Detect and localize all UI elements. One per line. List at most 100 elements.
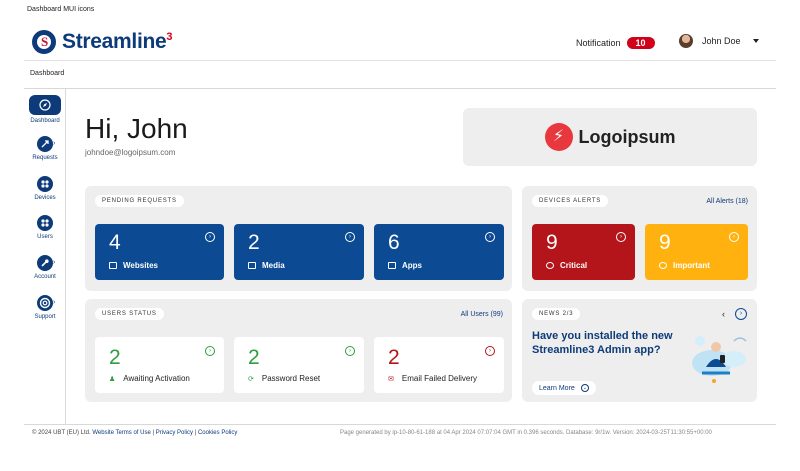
info-circle-icon bbox=[659, 262, 667, 269]
wrench-icon bbox=[37, 255, 53, 271]
privacy-link[interactable]: Privacy Policy bbox=[156, 430, 193, 436]
pending-requests-panel: PENDING REQUESTS 4 › Websites 2 › Media … bbox=[85, 186, 512, 291]
stat-label-row: ✉ Email Failed Delivery bbox=[388, 374, 477, 383]
cookies-link[interactable]: Cookies Policy bbox=[198, 430, 237, 436]
learn-more-label: Learn More bbox=[539, 384, 575, 392]
sidebar-item-label: Requests bbox=[32, 155, 58, 161]
panel-title: DEVICES ALERTS bbox=[532, 195, 609, 207]
notification-count-badge: 10 bbox=[626, 37, 655, 49]
sidebar-item-account[interactable]: › Account bbox=[24, 255, 66, 280]
notification-label: Notification bbox=[576, 38, 621, 48]
document-title: Dashboard MUI icons bbox=[27, 6, 95, 13]
requests-icon bbox=[37, 136, 53, 152]
terms-link[interactable]: Website Terms of Use bbox=[92, 430, 150, 436]
footer-divider bbox=[24, 424, 776, 425]
person-with-phone-illustration bbox=[692, 336, 747, 383]
greeting-title: Hi, John bbox=[85, 113, 188, 144]
key-reset-icon: ⟳ bbox=[248, 375, 254, 383]
sidebar: Dashboard › Requests Devices Users › Acc… bbox=[24, 89, 66, 424]
sidebar-item-label: Support bbox=[34, 314, 56, 320]
sidebar-item-requests[interactable]: › Requests bbox=[24, 136, 66, 161]
panel-title: NEWS 2/3 bbox=[532, 308, 581, 320]
chevron-right-icon: › bbox=[53, 140, 56, 147]
tile-label: Apps bbox=[402, 261, 422, 270]
arrow-right-icon: › bbox=[485, 346, 495, 356]
sidebar-item-devices[interactable]: Devices bbox=[24, 176, 66, 201]
media-tile[interactable]: 2 › Media bbox=[234, 224, 364, 280]
phone-icon bbox=[388, 262, 396, 269]
breadcrumb[interactable]: Dashboard bbox=[30, 70, 64, 77]
devices-alerts-panel: DEVICES ALERTS All Alerts (18) 9 › Criti… bbox=[522, 186, 757, 291]
tile-value: 6 bbox=[388, 231, 400, 254]
copyright: © 2024 UBT (EU) Ltd. bbox=[32, 430, 91, 436]
critical-tile[interactable]: 9 › Critical bbox=[532, 224, 635, 280]
tile-value: 9 bbox=[659, 231, 671, 254]
chevron-left-icon[interactable]: ‹ bbox=[722, 309, 725, 319]
arrow-right-icon: › bbox=[345, 232, 355, 242]
chevron-right-icon: › bbox=[53, 259, 56, 266]
streamline-logo-icon bbox=[32, 30, 56, 54]
stat-value: 2 bbox=[109, 346, 121, 369]
tile-label-row: Apps bbox=[388, 261, 422, 270]
arrow-right-icon: › bbox=[205, 346, 215, 356]
user-email: johndoe@logoipsum.com bbox=[85, 148, 176, 157]
chevron-right-icon[interactable]: › bbox=[735, 308, 747, 320]
company-name: Logoipsum bbox=[578, 126, 676, 147]
media-icon bbox=[248, 262, 256, 269]
sidebar-item-support[interactable]: › Support bbox=[24, 295, 66, 320]
tile-value: 4 bbox=[109, 231, 121, 254]
all-alerts-link[interactable]: All Alerts (18) bbox=[706, 198, 748, 205]
stat-label: Password Reset bbox=[261, 374, 321, 383]
arrow-right-icon: › bbox=[616, 232, 626, 242]
compass-icon bbox=[29, 95, 61, 115]
arrow-right-icon: › bbox=[729, 232, 739, 242]
footer-links: © 2024 UBT (EU) Ltd. Website Terms of Us… bbox=[32, 430, 238, 436]
lightning-logo-icon: ⚡ bbox=[544, 123, 573, 151]
tile-label: Media bbox=[262, 261, 285, 270]
tile-value: 9 bbox=[546, 231, 558, 254]
chevron-right-icon: › bbox=[53, 299, 56, 306]
streamline-logo[interactable]: Streamline3 bbox=[32, 30, 173, 54]
stat-label: Email Failed Delivery bbox=[401, 374, 478, 383]
browser-icon bbox=[109, 262, 117, 269]
arrow-right-icon: › bbox=[345, 346, 355, 356]
stat-label: Awaiting Activation bbox=[123, 374, 190, 383]
sidebar-item-label: Users bbox=[37, 234, 53, 240]
important-tile[interactable]: 9 › Important bbox=[645, 224, 748, 280]
user-menu[interactable]: John Doe bbox=[679, 34, 759, 48]
tile-label: Important bbox=[673, 261, 710, 270]
tile-value: 2 bbox=[248, 231, 260, 254]
brand-name: Streamline3 bbox=[62, 30, 173, 53]
lifebuoy-icon bbox=[37, 295, 53, 311]
all-users-link[interactable]: All Users (99) bbox=[461, 311, 503, 318]
caret-down-icon bbox=[752, 39, 759, 43]
password-reset-card[interactable]: 2 › ⟳ Password Reset bbox=[234, 337, 364, 393]
sidebar-item-dashboard[interactable]: Dashboard bbox=[24, 95, 66, 124]
notification-button[interactable]: Notification 10 bbox=[576, 37, 655, 49]
stat-label-row: ⟳ Password Reset bbox=[248, 374, 320, 383]
awaiting-activation-card[interactable]: 2 › ♟ Awaiting Activation bbox=[95, 337, 224, 393]
sidebar-item-label: Account bbox=[34, 274, 56, 280]
websites-tile[interactable]: 4 › Websites bbox=[95, 224, 224, 280]
stat-value: 2 bbox=[388, 346, 400, 369]
stat-value: 2 bbox=[248, 346, 260, 369]
apps-tile[interactable]: 6 › Apps bbox=[374, 224, 504, 280]
alert-circle-icon bbox=[546, 262, 554, 269]
news-panel: NEWS 2/3 ‹ › Have you installed the new … bbox=[522, 299, 757, 402]
divider bbox=[24, 88, 776, 89]
news-headline[interactable]: Have you installed the new Streamline3 A… bbox=[532, 329, 682, 357]
email-failed-card[interactable]: 2 › ✉ Email Failed Delivery bbox=[374, 337, 504, 393]
panel-title: USERS STATUS bbox=[95, 308, 164, 320]
user-name: John Doe bbox=[702, 36, 741, 46]
arrow-right-icon: › bbox=[205, 232, 215, 242]
tile-label-row: Important bbox=[659, 261, 710, 270]
devices-icon bbox=[37, 176, 53, 192]
tile-label-row: Critical bbox=[546, 261, 587, 270]
learn-more-button[interactable]: Learn More ⌄ bbox=[532, 381, 596, 395]
tile-label-row: Media bbox=[248, 261, 285, 270]
page-generation-info: Page generated by ip-10-80-61-188 at 04 … bbox=[340, 430, 712, 436]
tile-label-row: Websites bbox=[109, 261, 158, 270]
arrow-right-icon: › bbox=[485, 232, 495, 242]
sidebar-item-label: Devices bbox=[34, 195, 56, 201]
sidebar-item-users[interactable]: Users bbox=[24, 215, 66, 240]
